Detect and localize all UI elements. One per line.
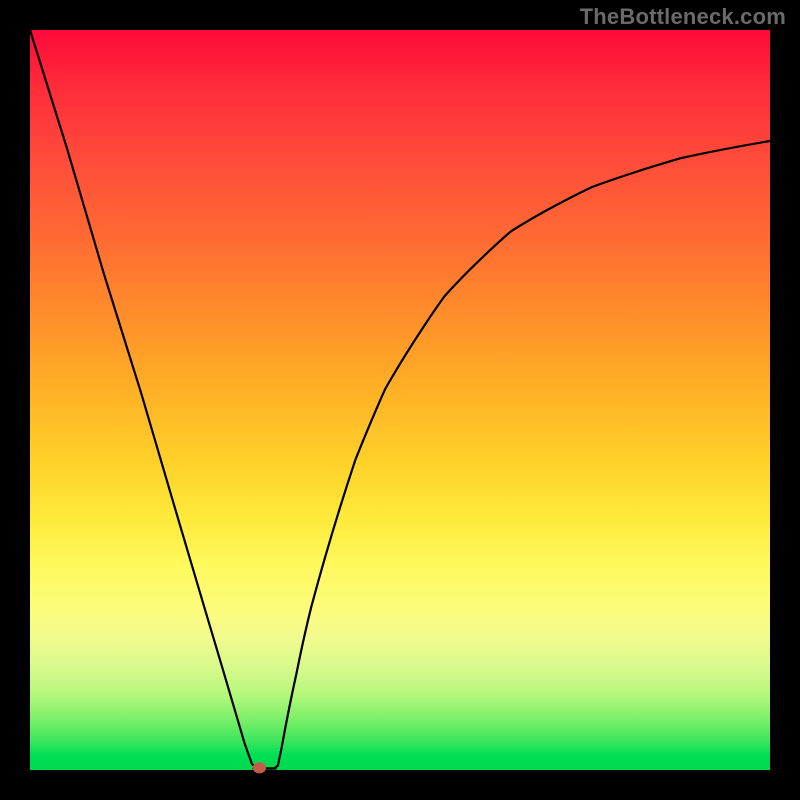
curve-layer [30,30,770,770]
min-point-marker [253,762,266,773]
watermark-label: TheBottleneck.com [580,4,786,30]
chart-frame: TheBottleneck.com [0,0,800,800]
bottleneck-curve [30,30,770,769]
plot-area [30,30,770,770]
